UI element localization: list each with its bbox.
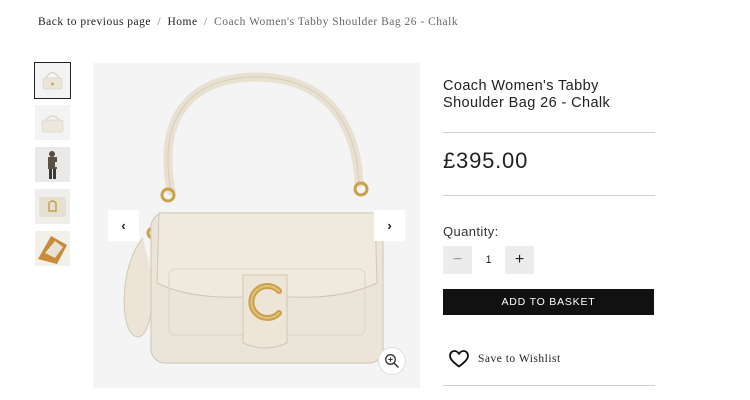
thumbnail-4[interactable] [35, 189, 70, 224]
thumbnail-3[interactable] [35, 147, 70, 182]
thumbnail-list [34, 62, 71, 273]
product-image [93, 63, 420, 388]
wishlist-label: Save to Wishlist [478, 353, 561, 365]
heart-icon [449, 350, 469, 368]
chevron-left-icon: ‹ [121, 218, 126, 233]
product-title: Coach Women's Tabby Shoulder Bag 26 - Ch… [443, 78, 611, 111]
thumbnail-1[interactable] [34, 62, 71, 99]
product-price: £395.00 [443, 148, 529, 173]
quantity-stepper: − + [443, 246, 534, 274]
breadcrumb-separator: / [157, 16, 162, 28]
gallery-next-button[interactable]: › [374, 210, 405, 241]
divider [443, 385, 655, 386]
product-image-gallery: ‹ › [93, 63, 420, 388]
breadcrumb-current: Coach Women's Tabby Shoulder Bag 26 - Ch… [214, 16, 459, 28]
quantity-input[interactable] [472, 246, 505, 274]
breadcrumb-home-link[interactable]: Home [167, 16, 197, 28]
zoom-button[interactable] [378, 347, 406, 375]
breadcrumb: Back to previous page / Home / Coach Wom… [38, 16, 458, 28]
breadcrumb-separator: / [203, 16, 208, 28]
divider [443, 195, 655, 196]
quantity-label: Quantity: [443, 224, 499, 239]
zoom-in-icon [385, 354, 399, 368]
quantity-decrease-button[interactable]: − [443, 246, 472, 274]
save-to-wishlist-button[interactable]: Save to Wishlist [449, 350, 561, 368]
add-to-basket-button[interactable]: ADD TO BASKET [443, 289, 654, 315]
thumbnail-5[interactable] [35, 231, 70, 266]
chevron-right-icon: › [387, 218, 392, 233]
gallery-prev-button[interactable]: ‹ [108, 210, 139, 241]
divider [443, 132, 655, 133]
thumbnail-2[interactable] [35, 105, 70, 140]
quantity-increase-button[interactable]: + [505, 246, 534, 274]
breadcrumb-back-link[interactable]: Back to previous page [38, 16, 151, 28]
product-info: Coach Women's Tabby Shoulder Bag 26 - Ch… [443, 78, 655, 112]
